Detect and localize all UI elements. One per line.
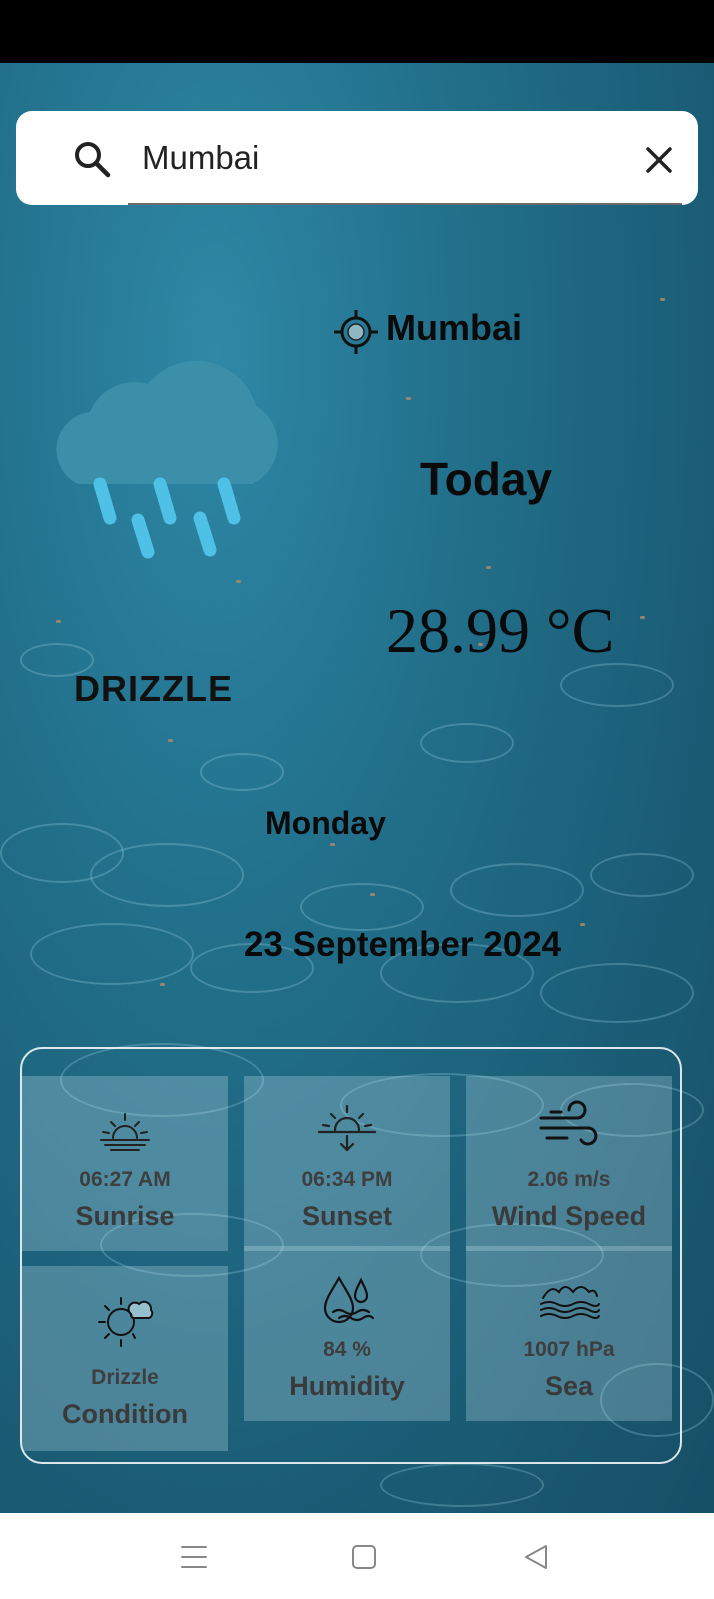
- date-label: 23 September 2024: [244, 925, 562, 964]
- condition-main: DRIZZLE: [74, 668, 233, 709]
- location-name: Mumbai: [386, 307, 523, 348]
- rain-cloud-icon: [56, 360, 278, 559]
- sunset-label: Sunset: [301, 1201, 393, 1231]
- menu-icon[interactable]: [178, 1541, 210, 1573]
- back-icon[interactable]: [520, 1541, 552, 1573]
- humidity-value: 84 %: [323, 1338, 371, 1361]
- search-bar: [16, 111, 698, 205]
- sunrise-icon: [100, 1113, 150, 1151]
- sea-label: Sea: [544, 1371, 594, 1401]
- sea-value: 1007 hPa: [523, 1338, 615, 1361]
- humidity-card: 84 % Humidity: [244, 1246, 450, 1421]
- humidity-icon: [323, 1275, 375, 1324]
- sunrise-label: Sunrise: [75, 1201, 175, 1231]
- system-nav-bar: [0, 1513, 714, 1599]
- sea-card: 1007 hPa Sea: [466, 1246, 672, 1421]
- search-input[interactable]: [142, 135, 602, 181]
- sea-waves-icon: [540, 1286, 600, 1319]
- temperature: 28.99 °C: [386, 595, 615, 666]
- details-panel: 06:27 AM Sunrise 06:34 PM Sunset 2.06 m/…: [20, 1047, 682, 1464]
- humidity-label: Humidity: [289, 1371, 405, 1401]
- wind-card: 2.06 m/s Wind Speed: [466, 1076, 672, 1251]
- partly-cloudy-icon: [98, 1297, 154, 1347]
- sunset-icon: [317, 1104, 377, 1152]
- status-bar: [0, 0, 714, 63]
- location-target-icon: [334, 310, 378, 354]
- wind-value: 2.06 m/s: [527, 1168, 611, 1191]
- sunset-card: 06:34 PM Sunset: [244, 1076, 450, 1251]
- condition-card: Drizzle Condition: [22, 1266, 228, 1451]
- wind-icon: [539, 1100, 598, 1146]
- wind-label: Wind Speed: [491, 1201, 647, 1231]
- home-icon[interactable]: [348, 1541, 380, 1573]
- clear-search-icon[interactable]: [638, 139, 680, 181]
- condition-label: Condition: [62, 1399, 188, 1429]
- sunrise-value: 06:27 AM: [79, 1168, 171, 1191]
- location-row: Mumbai: [332, 307, 523, 356]
- search-underline: [128, 203, 682, 205]
- today-label: Today: [420, 453, 553, 505]
- search-icon[interactable]: [72, 139, 112, 179]
- sunrise-card: 06:27 AM Sunrise: [22, 1076, 228, 1251]
- sunset-value: 06:34 PM: [301, 1168, 393, 1191]
- condition-value: Drizzle: [91, 1366, 159, 1389]
- day-label: Monday: [265, 805, 386, 841]
